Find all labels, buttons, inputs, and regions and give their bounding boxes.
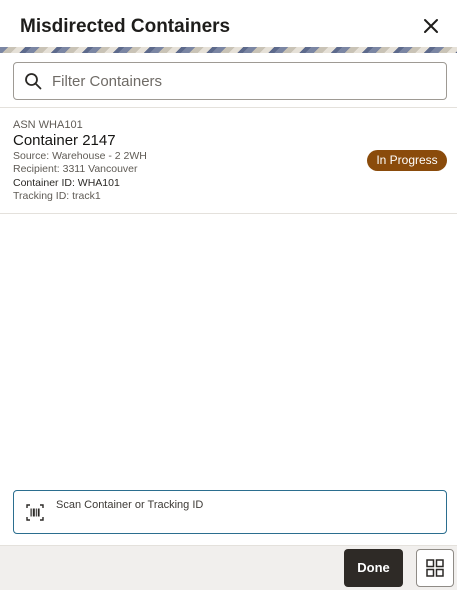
container-name: Container 2147 xyxy=(13,132,116,149)
filter-bar xyxy=(0,53,457,108)
done-button[interactable]: Done xyxy=(344,549,403,587)
close-icon xyxy=(424,19,438,33)
asn-label: ASN WHA101 xyxy=(13,119,83,131)
scan-label: Scan Container or Tracking ID xyxy=(56,499,204,511)
close-button[interactable] xyxy=(420,15,442,37)
status-badge: In Progress xyxy=(367,150,447,171)
filter-field[interactable] xyxy=(13,62,447,100)
source-text: Source: Warehouse - 2 2WH xyxy=(13,150,147,162)
filter-input[interactable] xyxy=(52,63,437,99)
container-id-text: Container ID: WHA101 xyxy=(13,177,120,189)
dialog-header: Misdirected Containers xyxy=(0,0,457,50)
grid-button[interactable] xyxy=(416,549,454,587)
search-icon xyxy=(25,73,42,90)
page-title: Misdirected Containers xyxy=(20,16,231,37)
tracking-id-text: Tracking ID: track1 xyxy=(13,190,101,202)
barcode-icon xyxy=(26,504,44,521)
grid-icon xyxy=(426,559,444,577)
scan-input[interactable]: Scan Container or Tracking ID xyxy=(13,490,447,534)
footer-toolbar: Done xyxy=(0,545,457,590)
recipient-text: Recipient: 3311 Vancouver xyxy=(13,163,138,175)
list-item[interactable]: ASN WHA101 Container 2147 Source: Wareho… xyxy=(0,112,457,214)
